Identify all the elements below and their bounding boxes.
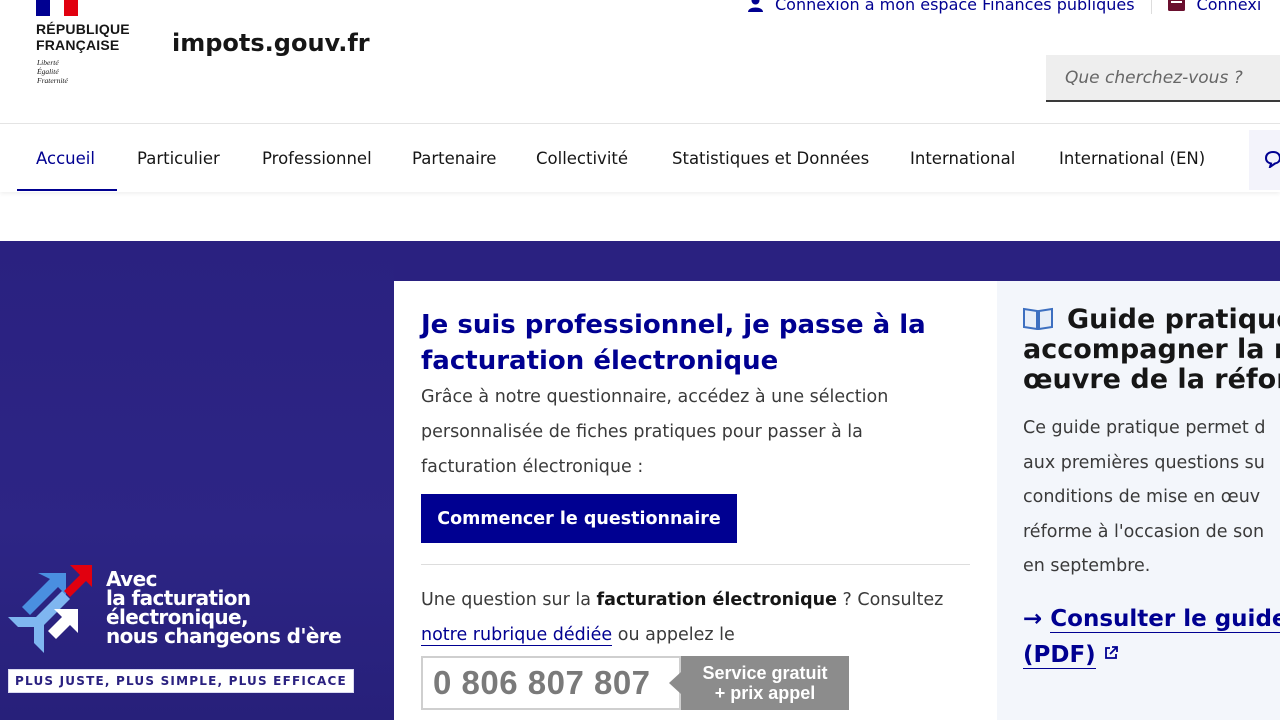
card-guide-title-line-2: accompagner la m (1023, 334, 1280, 365)
main-navigation: Accueil Particulier Professionnel Parten… (0, 124, 1280, 192)
card-professionnel-description: Grâce à notre questionnaire, accédez à u… (421, 387, 889, 477)
card-guide-description: Ce guide pratique permet d aux premières… (1023, 411, 1280, 584)
nav-item-particulier[interactable]: Particulier (137, 124, 220, 192)
question-paragraph: Une question sur la facturation électron… (421, 583, 981, 653)
rubrique-dediee-link[interactable]: notre rubrique dédiée (421, 625, 613, 646)
arrow-right-icon: → (1023, 606, 1051, 632)
site-name-link[interactable]: impots.gouv.fr (172, 29, 370, 57)
open-book-icon (1023, 306, 1053, 331)
question-mid: ? Consultez (836, 590, 944, 610)
nav-item-international-en[interactable]: International (EN) (1059, 124, 1205, 192)
nav-contact-button[interactable] (1249, 130, 1280, 190)
nav-active-indicator (17, 189, 117, 191)
nav-item-professionnel[interactable]: Professionnel (262, 124, 372, 192)
devise-label: Liberté Égalité Fraternité (37, 58, 68, 85)
question-prefix: Une question sur la (421, 590, 597, 610)
nav-item-international[interactable]: International (910, 124, 1015, 192)
user-icon (748, 0, 763, 12)
consulter-guide-label: Consulter le guide p (1050, 606, 1280, 633)
phone-cartouche[interactable]: 0 806 807 807 Service gratuit + prix app… (421, 656, 849, 710)
card-guide-pratique: Guide pratique accompagner la m œuvre de… (997, 281, 1280, 720)
site-header: RÉPUBLIQUE FRANÇAISE Liberté Égalité Fra… (0, 0, 1280, 124)
nav-item-collectivite[interactable]: Collectivité (536, 124, 628, 192)
card-guide-desc-line-3: conditions de mise en œuv (1023, 487, 1261, 507)
nav-item-accueil[interactable]: Accueil (36, 124, 95, 192)
card-guide-title-line-1: Guide pratique (1067, 304, 1280, 335)
facturation-electronique-arrows-icon (8, 565, 92, 653)
connexion-finances-publiques-link[interactable]: Connexion à mon espace Finances publique… (748, 0, 1135, 14)
connexion-secondary-label: Connexi (1196, 0, 1262, 14)
question-bold-term: facturation électronique (596, 590, 837, 610)
promo-strapline: PLUS JUSTE, PLUS SIMPLE, PLUS EFFICACE (8, 669, 354, 693)
search-bar (1046, 55, 1280, 102)
phone-pricing-tag: Service gratuit + prix appel (669, 656, 849, 710)
card-guide-desc-line-2: aux premières questions su (1023, 452, 1265, 473)
marianne-flag-icon (36, 0, 78, 16)
nav-item-statistiques[interactable]: Statistiques et Données (672, 124, 869, 192)
card-divider (421, 564, 970, 565)
card-guide-desc-line-5: en septembre. (1023, 556, 1151, 576)
card-guide-title: Guide pratique accompagner la m œuvre de… (1023, 305, 1280, 395)
republique-francaise-logo[interactable]: RÉPUBLIQUE FRANÇAISE Liberté Égalité Fra… (36, 0, 146, 100)
card-professionnel-title: Je suis professionnel, je passe à la fac… (421, 310, 926, 376)
chat-bubble-icon (1265, 150, 1280, 168)
card-professionnel: Je suis professionnel, je passe à la fac… (394, 281, 997, 720)
id-card-icon (1167, 0, 1185, 11)
pdf-label: (PDF) (1023, 642, 1096, 669)
top-links-bar: Connexion à mon espace Finances publique… (748, 0, 1261, 14)
connexion-finances-publiques-label: Connexion à mon espace Finances publique… (775, 0, 1135, 14)
top-links-divider (1150, 0, 1152, 14)
consulter-guide-pdf-link[interactable]: → Consulter le guide p (PDF) (1023, 601, 1280, 673)
phone-number: 0 806 807 807 (421, 656, 681, 710)
card-guide-desc-line-1: Ce guide pratique permet d (1023, 418, 1266, 438)
external-link-icon (1104, 646, 1118, 659)
promo-headline: Avec la facturation électronique, nous c… (106, 567, 342, 648)
commencer-questionnaire-button[interactable]: Commencer le questionnaire (421, 494, 737, 543)
card-guide-desc-line-4: réforme à l'occasion de son (1023, 521, 1265, 542)
search-input[interactable] (1046, 55, 1280, 100)
card-guide-title-line-3: œuvre de la réforn (1023, 364, 1280, 395)
question-suffix: ou appelez le (612, 625, 735, 645)
republique-francaise-label: RÉPUBLIQUE FRANÇAISE (36, 21, 130, 53)
connexion-secondary-link[interactable]: Connexi (1167, 0, 1262, 14)
nav-item-partenaire[interactable]: Partenaire (412, 124, 496, 192)
